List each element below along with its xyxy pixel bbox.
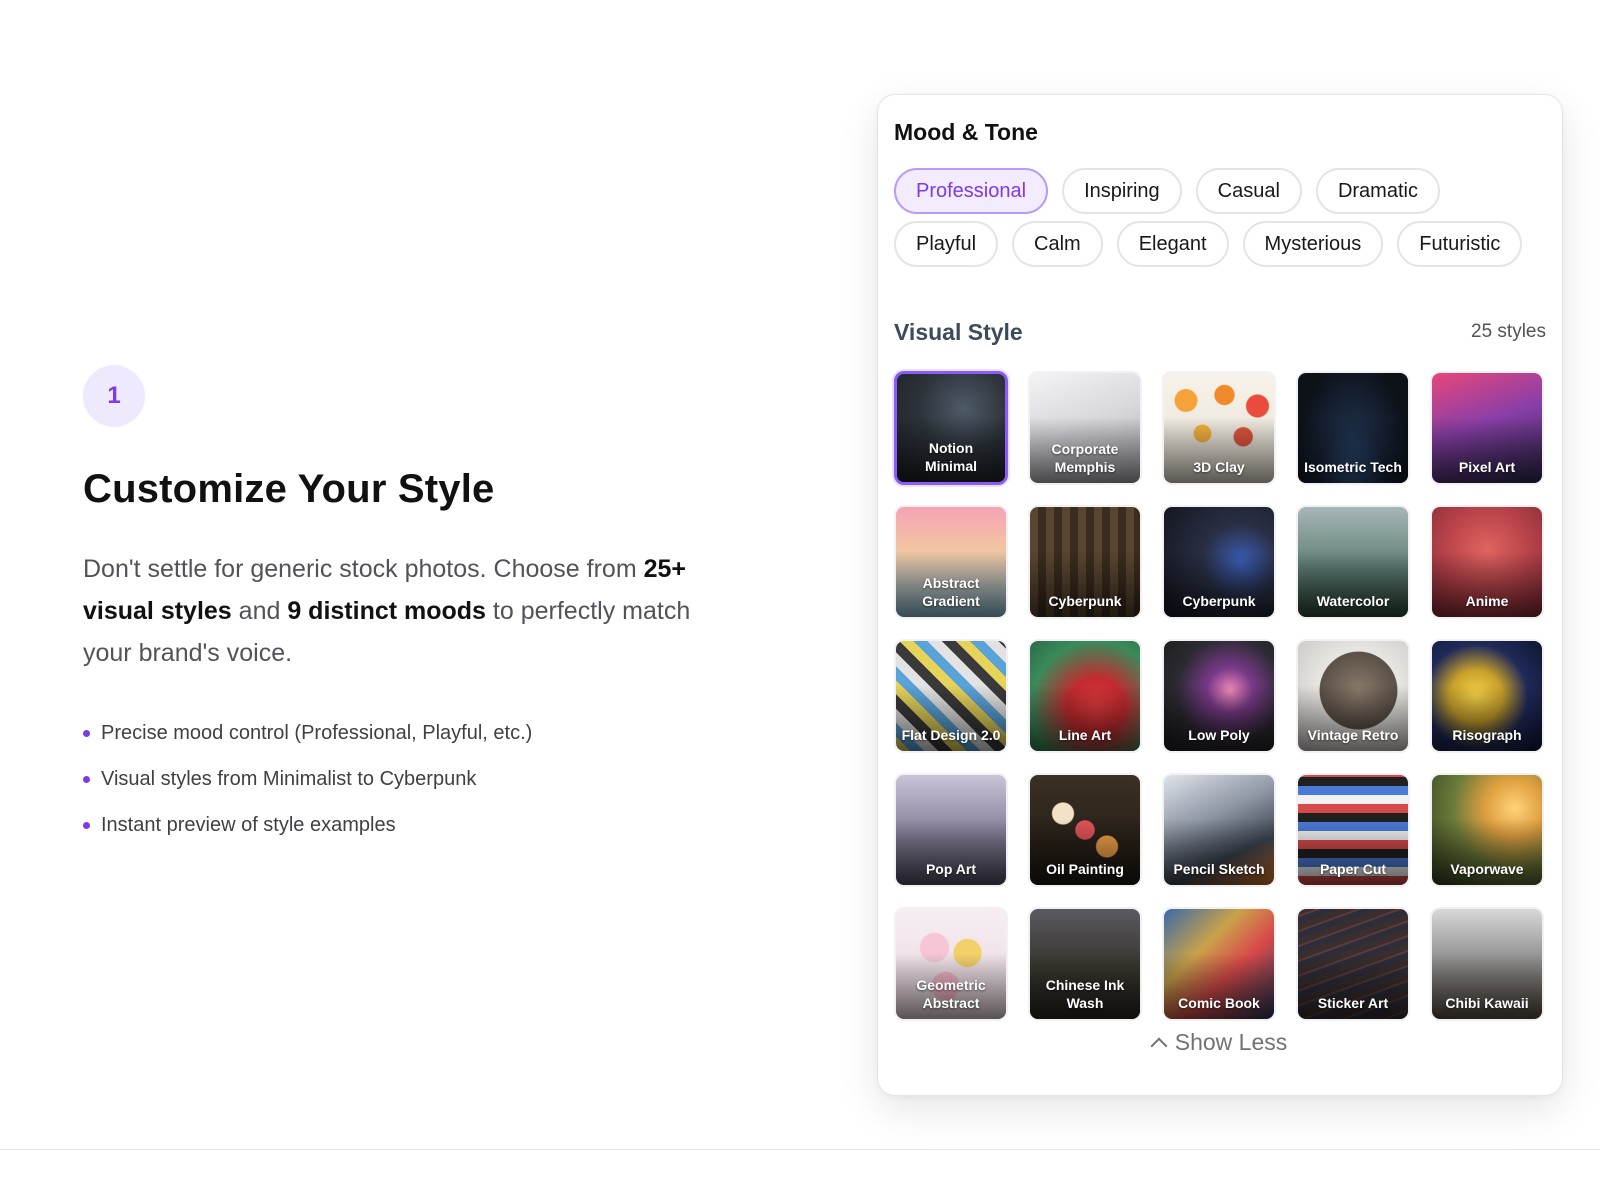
style-tile-label: Pixel Art bbox=[1458, 459, 1516, 475]
mood-chip-futuristic[interactable]: Futuristic bbox=[1397, 221, 1523, 267]
feature-text: Precise mood control (Professional, Play… bbox=[101, 721, 533, 744]
mood-chip-casual[interactable]: Casual bbox=[1195, 168, 1302, 214]
style-tile-risograph[interactable]: Risograph bbox=[1430, 639, 1544, 753]
style-tile-label: Pop Art bbox=[925, 861, 977, 877]
style-tile-label: Geometric Abstract bbox=[916, 977, 986, 1011]
style-tile-line-art[interactable]: Line Art bbox=[1028, 639, 1142, 753]
style-tile-label: Sticker Art bbox=[1317, 995, 1389, 1011]
style-tile-label: Comic Book bbox=[1178, 995, 1260, 1011]
mood-chip-row: Playful Calm Elegant Mysterious Futurist… bbox=[894, 221, 1523, 267]
feature-section: 1 Customize Your Style Don't settle for … bbox=[83, 365, 743, 848]
style-tile-label: Low Poly bbox=[1188, 727, 1250, 743]
style-tile-label: Chibi Kawaii bbox=[1445, 995, 1529, 1011]
style-tile-label: Abstract Gradient bbox=[922, 575, 980, 609]
feature-text: Instant preview of style examples bbox=[101, 813, 396, 836]
show-less-label: Show Less bbox=[1174, 1029, 1288, 1055]
style-tile-label: Flat Design 2.0 bbox=[901, 727, 1001, 743]
style-tile-label: Oil Painting bbox=[1046, 861, 1124, 877]
style-tile-label: Anime bbox=[1465, 593, 1509, 609]
style-tile-chinese-ink-wash[interactable]: Chinese Ink Wash bbox=[1028, 907, 1142, 1021]
style-tile-cyberpunk-2[interactable]: Cyberpunk bbox=[1162, 505, 1276, 619]
style-grid: Notion Minimal Corporate Memphis 3D Clay… bbox=[894, 371, 1544, 1021]
style-tile-cyberpunk[interactable]: Cyberpunk bbox=[1028, 505, 1142, 619]
step-number-badge: 1 bbox=[83, 365, 145, 427]
style-tile-label: Vaporwave bbox=[1450, 861, 1524, 877]
style-tile-label: Cyberpunk bbox=[1182, 593, 1256, 609]
style-tile-geometric-abstract[interactable]: Geometric Abstract bbox=[894, 907, 1008, 1021]
style-tile-label: Corporate Memphis bbox=[1051, 441, 1119, 475]
style-tile-label: Vintage Retro bbox=[1307, 727, 1399, 743]
bullet-dot-icon bbox=[83, 775, 90, 783]
mood-chip-calm[interactable]: Calm bbox=[1012, 221, 1103, 267]
style-tile-label: Notion Minimal bbox=[924, 440, 978, 474]
style-tile-abstract-gradient[interactable]: Abstract Gradient bbox=[894, 505, 1008, 619]
style-tile-comic-book[interactable]: Comic Book bbox=[1162, 907, 1276, 1021]
show-less-button[interactable]: Show Less bbox=[878, 1029, 1562, 1056]
style-tile-label: 3D Clay bbox=[1193, 459, 1245, 475]
style-tile-3d-clay[interactable]: 3D Clay bbox=[1162, 371, 1276, 485]
mood-chip-mysterious[interactable]: Mysterious bbox=[1242, 221, 1384, 267]
style-tile-label: Chinese Ink Wash bbox=[1045, 977, 1125, 1011]
mood-section-title: Mood & Tone bbox=[894, 119, 1038, 145]
mood-chip-playful[interactable]: Playful bbox=[894, 221, 999, 267]
description-text-2: and bbox=[231, 597, 288, 625]
style-tile-label: Risograph bbox=[1452, 727, 1522, 743]
section-heading: Customize Your Style bbox=[83, 467, 495, 511]
style-tile-label: Cyberpunk bbox=[1048, 593, 1122, 609]
section-description: Don't settle for generic stock photos. C… bbox=[83, 548, 743, 674]
style-tile-pixel-art[interactable]: Pixel Art bbox=[1430, 371, 1544, 485]
style-tile-vaporwave[interactable]: Vaporwave bbox=[1430, 773, 1544, 887]
mood-chip-professional[interactable]: Professional bbox=[894, 168, 1049, 214]
style-tile-anime[interactable]: Anime bbox=[1430, 505, 1544, 619]
style-tile-corporate-memphis[interactable]: Corporate Memphis bbox=[1028, 371, 1142, 485]
style-tile-label: Line Art bbox=[1058, 727, 1112, 743]
mood-chip-row: Professional Inspiring Casual Dramatic bbox=[894, 168, 1440, 214]
style-tile-oil-painting[interactable]: Oil Painting bbox=[1028, 773, 1142, 887]
style-picker-card: Mood & Tone Professional Inspiring Casua… bbox=[877, 94, 1563, 1096]
feature-item: Instant preview of style examples bbox=[83, 802, 743, 848]
style-tile-chibi-kawaii[interactable]: Chibi Kawaii bbox=[1430, 907, 1544, 1021]
feature-text: Visual styles from Minimalist to Cyberpu… bbox=[101, 767, 477, 790]
style-tile-label: Isometric Tech bbox=[1304, 459, 1402, 475]
chevron-up-icon bbox=[1150, 1037, 1168, 1054]
style-tile-sticker-art[interactable]: Sticker Art bbox=[1296, 907, 1410, 1021]
mood-chip-inspiring[interactable]: Inspiring bbox=[1062, 168, 1182, 214]
description-text-1: Don't settle for generic stock photos. C… bbox=[83, 555, 644, 583]
style-tile-low-poly[interactable]: Low Poly bbox=[1162, 639, 1276, 753]
bullet-dot-icon bbox=[83, 729, 90, 737]
style-tile-pencil-sketch[interactable]: Pencil Sketch bbox=[1162, 773, 1276, 887]
visual-style-title: Visual Style bbox=[894, 319, 1023, 345]
section-divider bbox=[0, 1149, 1600, 1150]
style-count-label: 25 styles bbox=[1471, 321, 1546, 342]
mood-chip-elegant[interactable]: Elegant bbox=[1116, 221, 1229, 267]
description-highlight-moods: 9 distinct moods bbox=[287, 597, 486, 625]
style-tile-vintage-retro[interactable]: Vintage Retro bbox=[1296, 639, 1410, 753]
feature-item: Precise mood control (Professional, Play… bbox=[83, 710, 743, 756]
style-tile-notion-minimal[interactable]: Notion Minimal bbox=[894, 371, 1008, 485]
style-tile-pop-art[interactable]: Pop Art bbox=[894, 773, 1008, 887]
style-tile-isometric-tech[interactable]: Isometric Tech bbox=[1296, 371, 1410, 485]
style-tile-watercolor[interactable]: Watercolor bbox=[1296, 505, 1410, 619]
feature-list: Precise mood control (Professional, Play… bbox=[83, 710, 743, 848]
style-tile-paper-cut[interactable]: Paper Cut bbox=[1296, 773, 1410, 887]
feature-item: Visual styles from Minimalist to Cyberpu… bbox=[83, 756, 743, 802]
bullet-dot-icon bbox=[83, 821, 90, 829]
mood-chip-dramatic[interactable]: Dramatic bbox=[1315, 168, 1440, 214]
style-tile-label: Pencil Sketch bbox=[1173, 861, 1265, 877]
style-tile-label: Paper Cut bbox=[1319, 861, 1387, 877]
style-tile-flat-design[interactable]: Flat Design 2.0 bbox=[894, 639, 1008, 753]
style-tile-label: Watercolor bbox=[1316, 593, 1390, 609]
